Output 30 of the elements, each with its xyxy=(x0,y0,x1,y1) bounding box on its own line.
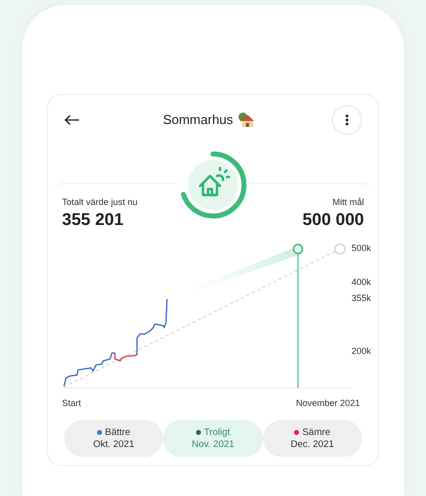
scenario-date: Okt. 2021 xyxy=(93,438,134,450)
house-sun-icon xyxy=(198,166,230,196)
axis-label: 200k xyxy=(351,346,371,356)
page-title: Sommarhus xyxy=(162,111,234,130)
scenario-date: Nov. 2021 xyxy=(192,438,234,450)
goal-value: 500 000 xyxy=(302,210,364,230)
more-menu-button[interactable] xyxy=(332,105,362,135)
goal-label: Mitt mål xyxy=(332,196,364,209)
house-tree-icon xyxy=(237,112,256,128)
scenario-date: Dec. 2021 xyxy=(290,438,334,450)
scenario-option[interactable]: Sämre Dec. 2021 xyxy=(262,420,362,457)
scenario-option[interactable]: Bättre Okt. 2021 xyxy=(64,420,164,457)
current-value-label: Totalt värde just nu xyxy=(62,196,138,209)
more-vertical-icon xyxy=(344,114,349,126)
target-marker xyxy=(334,242,346,254)
decline-line xyxy=(114,352,138,362)
axis-label: 500k xyxy=(351,242,371,252)
current-value: 355 201 xyxy=(62,210,124,230)
scenario-name: Troligt xyxy=(204,426,230,438)
goal-marker xyxy=(292,243,304,254)
axis-label: 400k xyxy=(351,276,371,286)
value-line xyxy=(136,298,168,354)
axis-label: Start xyxy=(62,396,82,410)
axis-label: 355k xyxy=(351,292,371,302)
value-line xyxy=(63,352,115,386)
axis-label: November 2021 xyxy=(296,396,360,410)
scenario-name: Bättre xyxy=(104,426,130,438)
scenario-name: Sämre xyxy=(302,426,330,438)
back-arrow-icon xyxy=(64,114,80,126)
scenario-option[interactable]: Troligt Nov. 2021 xyxy=(163,420,263,457)
